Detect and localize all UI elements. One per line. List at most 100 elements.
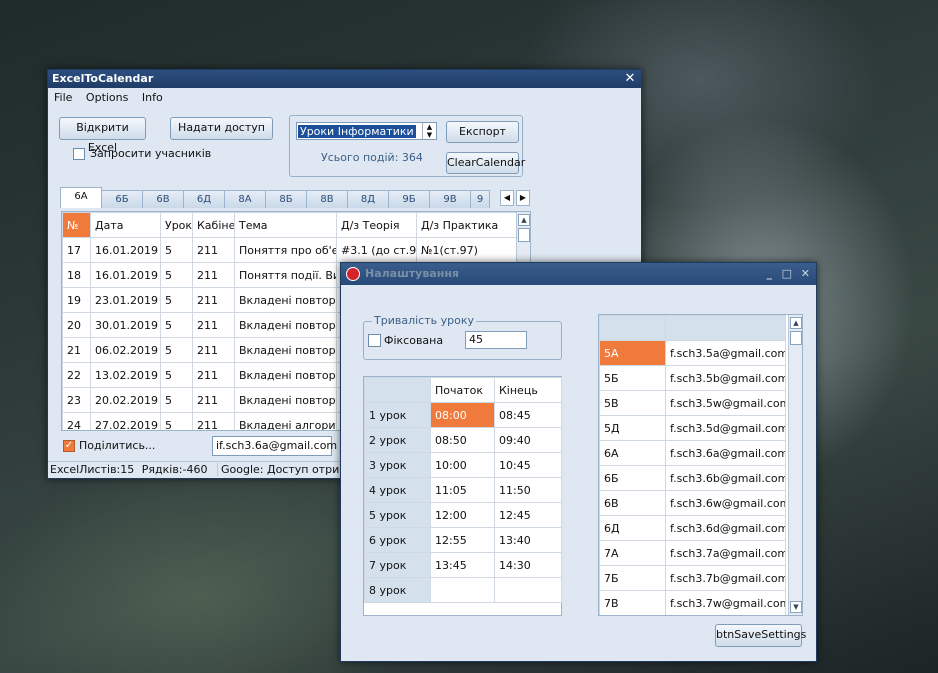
- cell[interactable]: 16.01.2019: [90, 262, 161, 288]
- cell[interactable]: 211: [192, 237, 235, 263]
- email-row[interactable]: 6Д f.sch3.6d@gmail.com: [599, 515, 786, 541]
- email-cell[interactable]: f.sch3.5a@gmail.com: [665, 340, 786, 366]
- cell[interactable]: 211: [192, 337, 235, 363]
- menu-options[interactable]: Options: [86, 91, 128, 104]
- minimize-icon[interactable]: _: [767, 263, 773, 285]
- schedule-row[interactable]: 7 урок 13:45 14:30: [364, 552, 562, 578]
- cell[interactable]: 19: [62, 287, 91, 313]
- table-row[interactable]: 1716.01.20195211Поняття про об'єкт#3.1 (…: [62, 237, 517, 263]
- close-icon[interactable]: ✕: [623, 70, 637, 88]
- schedule-row[interactable]: 5 урок 12:00 12:45: [364, 502, 562, 528]
- invite-checkbox[interactable]: [73, 148, 85, 160]
- column-header[interactable]: Д/з Теорія: [336, 212, 417, 238]
- tab-8a[interactable]: 8А: [224, 190, 266, 208]
- tab-8b[interactable]: 8Б: [265, 190, 307, 208]
- cell[interactable]: 5: [160, 237, 193, 263]
- clear-calendar-button[interactable]: ClearCalendar: [446, 152, 525, 174]
- cell[interactable]: Вкладені повторен: [234, 362, 337, 388]
- cell[interactable]: 13.02.2019: [90, 362, 161, 388]
- email-row[interactable]: 6В f.sch3.6w@gmail.com: [599, 490, 786, 516]
- cell[interactable]: 5: [160, 387, 193, 413]
- menu-file[interactable]: File: [54, 91, 72, 104]
- column-header[interactable]: Дата: [90, 212, 161, 238]
- cell[interactable]: Вкладені алгоритм: [234, 412, 337, 430]
- class-cell[interactable]: 5А: [599, 340, 666, 366]
- cell[interactable]: 21: [62, 337, 91, 363]
- schedule-row[interactable]: 3 урок 10:00 10:45: [364, 452, 562, 478]
- cell[interactable]: 5: [160, 337, 193, 363]
- fixed-checkbox[interactable]: [368, 334, 381, 347]
- cell[interactable]: Вкладені повторен: [234, 337, 337, 363]
- cell[interactable]: 211: [192, 262, 235, 288]
- close-icon[interactable]: ✕: [801, 263, 810, 285]
- emails-scrollbar[interactable]: ▲ ▼: [788, 315, 802, 615]
- email-cell[interactable]: f.sch3.6b@gmail.com: [665, 465, 786, 491]
- email-cell[interactable]: f.sch3.5w@gmail.com: [665, 390, 786, 416]
- end-cell[interactable]: [494, 577, 562, 603]
- tab-8v[interactable]: 8В: [306, 190, 348, 208]
- settings-title-bar[interactable]: Налаштування _ □ ✕: [341, 263, 816, 285]
- column-header[interactable]: Д/з Практика: [416, 212, 517, 238]
- email-cell[interactable]: f.sch3.5d@gmail.com: [665, 415, 786, 441]
- cell[interactable]: 5: [160, 262, 193, 288]
- schedule-row[interactable]: 4 урок 11:05 11:50: [364, 477, 562, 503]
- schedule-row[interactable]: 2 урок 08:50 09:40: [364, 427, 562, 453]
- cell[interactable]: 5: [160, 362, 193, 388]
- export-button[interactable]: Експорт: [446, 121, 519, 143]
- tab-scroll-left-icon[interactable]: ◀: [500, 190, 514, 206]
- email-cell[interactable]: f.sch3.6a@gmail.com: [665, 440, 786, 466]
- tab-6b[interactable]: 6Б: [101, 190, 143, 208]
- duration-input[interactable]: 45: [465, 331, 527, 349]
- start-cell[interactable]: 13:45: [430, 552, 495, 578]
- class-cell[interactable]: 6А: [599, 440, 666, 466]
- end-cell[interactable]: 13:40: [494, 527, 562, 553]
- calendar-select[interactable]: Уроки Інформатики ▲ ▼: [296, 122, 437, 140]
- maximize-icon[interactable]: □: [782, 263, 792, 285]
- start-cell[interactable]: 10:00: [430, 452, 495, 478]
- cell[interactable]: 211: [192, 287, 235, 313]
- end-cell[interactable]: 12:45: [494, 502, 562, 528]
- start-cell[interactable]: [430, 577, 495, 603]
- start-cell[interactable]: 12:55: [430, 527, 495, 553]
- cell[interactable]: 30.01.2019: [90, 312, 161, 338]
- cell[interactable]: 17: [62, 237, 91, 263]
- email-row[interactable]: 5В f.sch3.5w@gmail.com: [599, 390, 786, 416]
- cell[interactable]: Вкладені повторен: [234, 287, 337, 313]
- save-settings-button[interactable]: btnSaveSettings: [715, 624, 806, 647]
- email-cell[interactable]: f.sch3.7a@gmail.com: [665, 540, 786, 566]
- tab-8d[interactable]: 8Д: [347, 190, 389, 208]
- class-cell[interactable]: 7В: [599, 590, 666, 615]
- email-cell[interactable]: f.sch3.5b@gmail.com: [665, 365, 786, 391]
- cell[interactable]: 16.01.2019: [90, 237, 161, 263]
- start-cell[interactable]: 12:00: [430, 502, 495, 528]
- schedule-row[interactable]: 6 урок 12:55 13:40: [364, 527, 562, 553]
- tab-9v[interactable]: 9В: [429, 190, 471, 208]
- scroll-thumb[interactable]: [790, 331, 802, 345]
- scroll-up-icon[interactable]: ▲: [518, 214, 530, 226]
- cell[interactable]: 27.02.2019: [90, 412, 161, 430]
- class-cell[interactable]: 5Д: [599, 415, 666, 441]
- tab-9[interactable]: 9: [470, 190, 490, 208]
- grant-access-button[interactable]: Надати доступ: [170, 117, 273, 140]
- cell[interactable]: Вкладені повторен: [234, 387, 337, 413]
- start-cell[interactable]: 08:50: [430, 427, 495, 453]
- email-row[interactable]: 7Б f.sch3.7b@gmail.com: [599, 565, 786, 591]
- cell[interactable]: 211: [192, 387, 235, 413]
- column-header[interactable]: Тема: [234, 212, 337, 238]
- cell[interactable]: Поняття події. Вид: [234, 262, 337, 288]
- tab-6d[interactable]: 6Д: [183, 190, 225, 208]
- cell[interactable]: 211: [192, 312, 235, 338]
- cell[interactable]: 24: [62, 412, 91, 430]
- column-header[interactable]: Кабінет: [192, 212, 235, 238]
- email-cell[interactable]: f.sch3.7b@gmail.com: [665, 565, 786, 591]
- class-cell[interactable]: 7А: [599, 540, 666, 566]
- cell[interactable]: 18: [62, 262, 91, 288]
- cell[interactable]: 23: [62, 387, 91, 413]
- email-row[interactable]: 6Б f.sch3.6b@gmail.com: [599, 465, 786, 491]
- scroll-thumb[interactable]: [518, 228, 530, 242]
- cell[interactable]: 5: [160, 287, 193, 313]
- tab-6a[interactable]: 6А: [60, 187, 102, 208]
- email-row[interactable]: 5А f.sch3.5a@gmail.com: [599, 340, 786, 366]
- email-row[interactable]: 5Б f.sch3.5b@gmail.com: [599, 365, 786, 391]
- tab-6v[interactable]: 6В: [142, 190, 184, 208]
